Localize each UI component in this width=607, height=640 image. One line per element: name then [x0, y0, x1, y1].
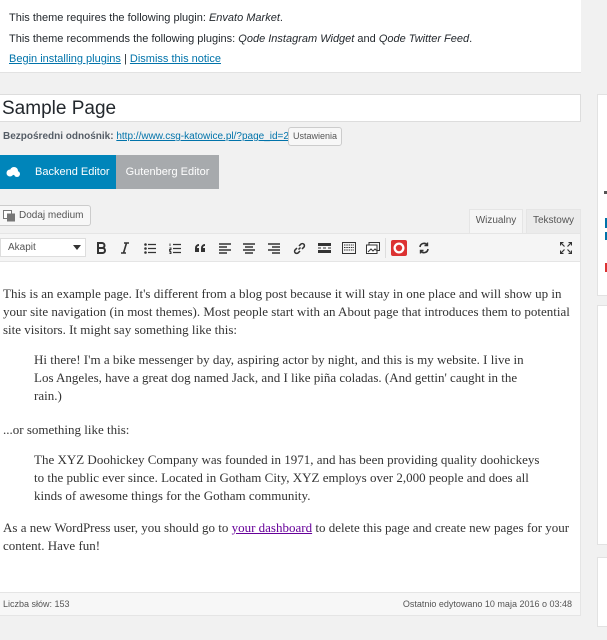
title-field-wrap: [0, 94, 581, 122]
permalink-settings-button[interactable]: Ustawienia: [288, 127, 342, 146]
sidebar-publish-box: [597, 94, 607, 296]
plugin-notice: This theme requires the following plugin…: [0, 0, 581, 73]
tab-text[interactable]: Tekstowy: [526, 209, 581, 233]
word-count: Liczba słów: 153: [3, 599, 70, 609]
bullet-list-icon[interactable]: [141, 239, 159, 257]
record-icon[interactable]: [390, 239, 408, 257]
permalink-row: Bezpośredni odnośnik: http://www.csg-kat…: [3, 131, 289, 143]
add-media-label: Dodaj medium: [19, 210, 84, 221]
more-tag-icon[interactable]: [315, 239, 333, 257]
content-paragraph-2: ...or something like this:: [3, 422, 130, 437]
content-blockquote-1: Hi there! I'm a bike messenger by day, a…: [34, 352, 524, 403]
dashboard-link[interactable]: your dashboard: [232, 520, 313, 535]
add-media-button[interactable]: Dodaj medium: [0, 205, 91, 226]
notice-actions: Begin installing plugins | Dismiss this …: [9, 53, 221, 65]
toolbar-toggle-icon[interactable]: [340, 239, 358, 257]
gallery-icon[interactable]: [364, 239, 382, 257]
content-paragraph-3: As a new WordPress user, you should go t…: [3, 520, 570, 553]
editor-toolbar: Akapit: [0, 233, 581, 262]
content-blockquote-2: The XYZ Doohickey Company was founded in…: [34, 452, 540, 503]
recommended-plugin-1: Qode Instagram Widget: [238, 33, 355, 45]
link-icon[interactable]: [290, 239, 308, 257]
format-select[interactable]: Akapit: [0, 238, 86, 257]
numbered-list-icon[interactable]: [166, 239, 184, 257]
toolbar-separator: [385, 238, 386, 258]
post-title-input[interactable]: [2, 97, 562, 121]
last-edited: Ostatnio edytowano 10 maja 2016 o 03:48: [402, 599, 572, 609]
align-center-icon[interactable]: [240, 239, 258, 257]
fullscreen-icon[interactable]: [557, 239, 575, 257]
notice-required-line: This theme requires the following plugin…: [9, 12, 283, 24]
backend-editor-button[interactable]: Backend Editor: [0, 155, 116, 189]
editor-content[interactable]: This is an example page. It's different …: [0, 262, 581, 592]
required-plugin-name: Envato Market: [208, 12, 280, 24]
format-select-value: Akapit: [8, 242, 36, 253]
align-left-icon[interactable]: [216, 239, 234, 257]
sidebar-image-box: [597, 557, 607, 627]
refresh-icon[interactable]: [415, 239, 433, 257]
align-right-icon[interactable]: [265, 239, 283, 257]
permalink-label: Bezpośredni odnośnik:: [3, 131, 114, 142]
gutenberg-editor-button[interactable]: Gutenberg Editor: [116, 155, 219, 189]
dismiss-notice-link[interactable]: Dismiss this notice: [130, 53, 221, 65]
italic-icon[interactable]: [116, 239, 134, 257]
cloud-icon: [6, 167, 20, 177]
blockquote-icon[interactable]: [191, 239, 209, 257]
bold-icon[interactable]: [92, 239, 110, 257]
sidebar-attributes-box: [597, 305, 607, 545]
tab-visual[interactable]: Wizualny: [469, 209, 523, 233]
begin-installing-link[interactable]: Begin installing plugins: [9, 53, 121, 65]
editor-status-bar: Liczba słów: 153 Ostatnio edytowano 10 m…: [0, 592, 581, 616]
recommended-plugin-2: Qode Twitter Feed: [378, 33, 470, 45]
permalink-url[interactable]: http://www.csg-katowice.pl/?page_id=2: [116, 131, 289, 142]
content-paragraph-1: This is an example page. It's different …: [3, 286, 570, 337]
chevron-down-icon: [73, 245, 81, 250]
notice-recommended-line: This theme recommends the following plug…: [9, 33, 473, 45]
backend-editor-label: Backend Editor: [35, 166, 110, 178]
media-icon: [3, 210, 15, 222]
